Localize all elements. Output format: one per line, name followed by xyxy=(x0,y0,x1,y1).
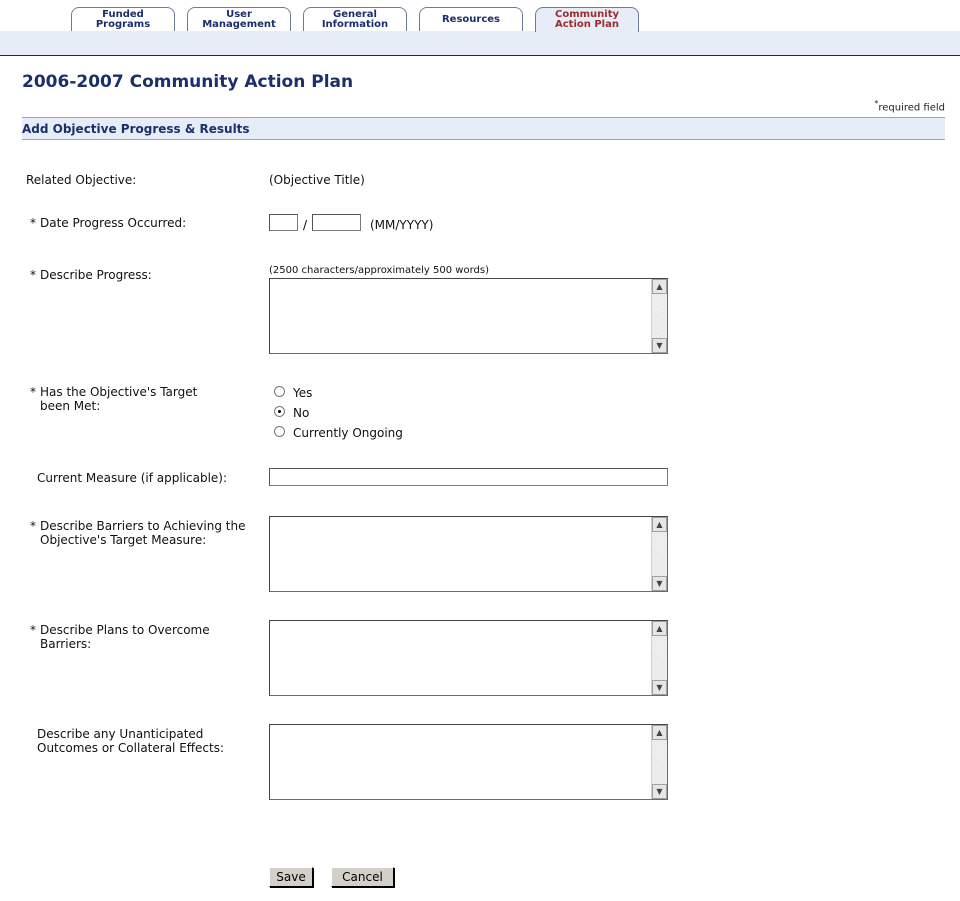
barriers-label-line2: Objective's Target Measure: xyxy=(40,533,207,547)
date-month-input[interactable] xyxy=(269,214,298,231)
scroll-down-icon[interactable]: ▼ xyxy=(652,576,667,591)
required-note-text: required field xyxy=(878,102,945,114)
target-met-radio-no[interactable] xyxy=(274,406,285,417)
barriers-label: * Describe Barriers to Achieving the Objec… xyxy=(30,519,245,547)
radio-label-no[interactable]: No xyxy=(293,406,309,420)
plans-textarea[interactable]: ▲ ▼ xyxy=(269,620,668,696)
scroll-down-icon[interactable]: ▼ xyxy=(652,784,667,799)
unanticipated-label: Describe any Unanticipated Outcomes or Co… xyxy=(37,727,224,755)
tab-label: General Information xyxy=(321,8,389,30)
current-measure-input[interactable] xyxy=(269,468,668,486)
tab-label: Resources xyxy=(441,13,501,25)
describe-progress-label-text: Describe Progress: xyxy=(40,268,152,282)
scroll-down-icon[interactable]: ▼ xyxy=(652,338,667,353)
required-star: * xyxy=(30,385,36,399)
cancel-button[interactable]: Cancel xyxy=(331,867,394,887)
plans-label-line1: Describe Plans to Overcome xyxy=(40,623,210,637)
scroll-down-icon[interactable]: ▼ xyxy=(652,680,667,695)
plans-label-line2: Barriers: xyxy=(40,637,92,651)
scroll-up-icon[interactable]: ▲ xyxy=(652,725,667,740)
textarea-scrollbar[interactable]: ▲ ▼ xyxy=(651,725,667,799)
date-progress-label: * Date Progress Occurred: xyxy=(30,216,186,230)
unanticipated-label-line2: Outcomes or Collateral Effects: xyxy=(37,741,225,755)
tab-community-action-plan[interactable]: Community Action Plan xyxy=(535,7,639,32)
required-star: * xyxy=(30,216,36,230)
unanticipated-textarea[interactable]: ▲ ▼ xyxy=(269,724,668,800)
tab-funded-programs[interactable]: Funded Programs xyxy=(71,7,175,31)
related-objective-label: Related Objective: xyxy=(26,173,137,187)
textarea-scrollbar[interactable]: ▲ ▼ xyxy=(651,517,667,591)
describe-progress-label: * Describe Progress: xyxy=(30,268,152,282)
scroll-up-icon[interactable]: ▲ xyxy=(652,517,667,532)
date-year-input[interactable] xyxy=(312,214,361,231)
date-format-hint: (MM/YYYY) xyxy=(370,218,434,232)
tab-strip xyxy=(0,31,960,56)
radio-label-ongoing[interactable]: Currently Ongoing xyxy=(293,426,403,440)
tab-user-management[interactable]: User Management xyxy=(187,7,291,31)
character-limit-hint: (2500 characters/approximately 500 words… xyxy=(269,265,489,276)
target-met-label: * Has the Objective's Target been Met: xyxy=(30,385,197,413)
scroll-up-icon[interactable]: ▲ xyxy=(652,279,667,294)
describe-progress-textarea[interactable]: ▲ ▼ xyxy=(269,278,668,354)
tab-label: User Management xyxy=(202,8,276,30)
page-title: 2006-2007 Community Action Plan xyxy=(22,72,354,92)
required-star: * xyxy=(30,623,36,637)
tab-bar: Funded Programs User Management General … xyxy=(0,0,960,56)
required-star: * xyxy=(30,268,36,282)
tab-label: Community Action Plan xyxy=(554,9,619,30)
required-star: * xyxy=(30,519,36,533)
target-met-label-line2: been Met: xyxy=(40,399,101,413)
textarea-scrollbar[interactable]: ▲ ▼ xyxy=(651,621,667,695)
target-met-radio-yes[interactable] xyxy=(274,386,285,397)
textarea-scrollbar[interactable]: ▲ ▼ xyxy=(651,279,667,353)
radio-label-yes[interactable]: Yes xyxy=(293,386,312,400)
tab-general-information[interactable]: General Information xyxy=(303,7,407,31)
date-progress-label-text: Date Progress Occurred: xyxy=(40,216,187,230)
plans-label: * Describe Plans to Overcome Barriers: xyxy=(30,623,210,651)
section-header: Add Objective Progress & Results xyxy=(22,117,945,140)
save-button[interactable]: Save xyxy=(269,867,313,887)
section-title: Add Objective Progress & Results xyxy=(22,122,250,136)
unanticipated-label-line1: Describe any Unanticipated xyxy=(37,727,204,741)
tab-label: Funded Programs xyxy=(95,8,151,30)
target-met-radio-ongoing[interactable] xyxy=(274,426,285,437)
current-measure-label: Current Measure (if applicable): xyxy=(37,471,228,485)
target-met-label-line1: Has the Objective's Target xyxy=(40,385,198,399)
barriers-label-line1: Describe Barriers to Achieving the xyxy=(40,519,246,533)
related-objective-value: (Objective Title) xyxy=(269,173,365,187)
barriers-textarea[interactable]: ▲ ▼ xyxy=(269,516,668,592)
required-field-note: *required field xyxy=(874,99,945,113)
tab-resources[interactable]: Resources xyxy=(419,7,523,31)
date-separator: / xyxy=(303,218,308,232)
scroll-up-icon[interactable]: ▲ xyxy=(652,621,667,636)
